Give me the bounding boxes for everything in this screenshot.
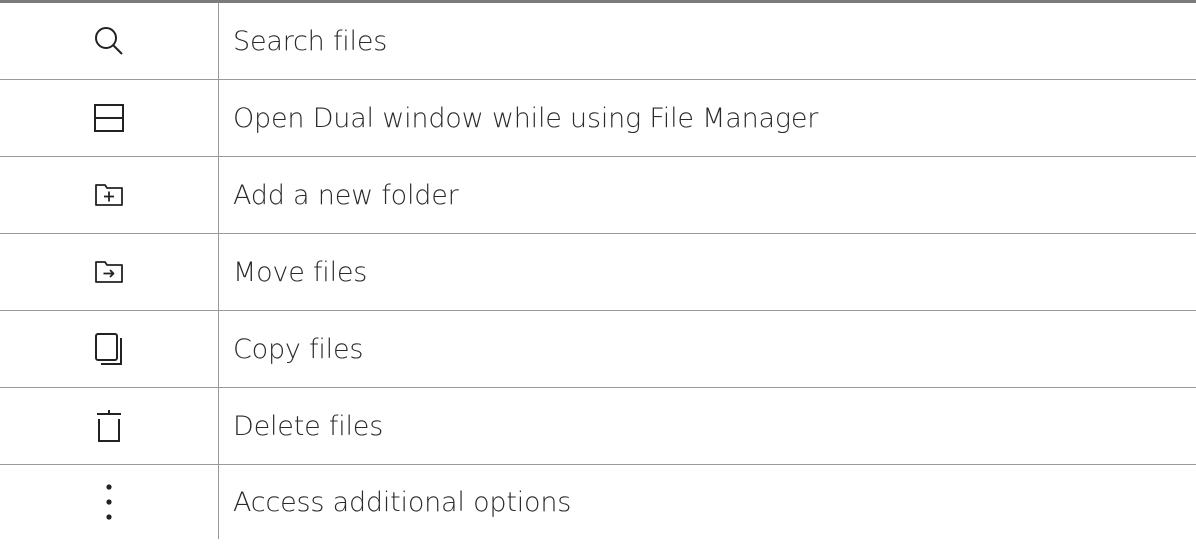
row-label: Delete files	[233, 410, 384, 442]
table-row: Access additional options	[0, 465, 1196, 539]
icon-cell	[0, 234, 219, 310]
row-label: Copy files	[233, 333, 364, 365]
search-icon	[93, 25, 125, 57]
icon-cell	[0, 311, 219, 387]
row-label: Access additional options	[233, 486, 572, 518]
table-row: Search files	[0, 3, 1196, 80]
row-label: Add a new folder	[233, 179, 459, 211]
row-label: Move files	[233, 256, 368, 288]
row-label: Search files	[233, 25, 388, 57]
table-row: Copy files	[0, 311, 1196, 388]
dual-window-icon	[93, 102, 125, 134]
move-folder-icon	[93, 258, 125, 286]
copy-icon	[93, 332, 125, 366]
icon-cell	[0, 388, 219, 464]
icon-cell	[0, 157, 219, 233]
row-label: Open Dual window while using File Manage…	[233, 102, 819, 134]
table-row: Delete files	[0, 388, 1196, 465]
icon-cell	[0, 80, 219, 156]
icon-cell	[0, 465, 219, 539]
delete-icon	[95, 409, 123, 443]
icon-description-table: Search files Open Dual window while usin…	[0, 0, 1196, 539]
more-options-icon	[104, 482, 114, 522]
icon-cell	[0, 3, 219, 79]
table-row: Open Dual window while using File Manage…	[0, 80, 1196, 157]
table-row: Move files	[0, 234, 1196, 311]
add-folder-icon	[93, 181, 125, 209]
table-row: Add a new folder	[0, 157, 1196, 234]
